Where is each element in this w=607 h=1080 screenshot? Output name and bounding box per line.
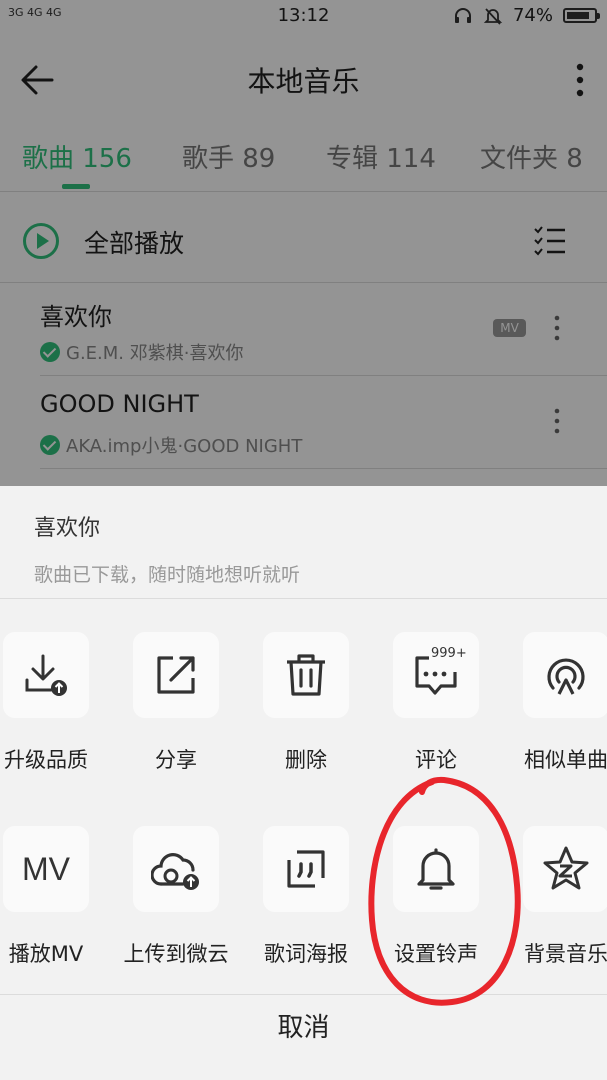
star-z-icon bbox=[543, 846, 589, 890]
mv-icon: MV bbox=[22, 851, 70, 887]
upgrade-quality-button[interactable] bbox=[3, 632, 89, 718]
set-ringtone-button[interactable] bbox=[393, 826, 479, 912]
lyrics-poster-label: 歌词海报 bbox=[264, 942, 348, 966]
background-music-button[interactable] bbox=[523, 826, 607, 912]
upload-weiyun-label: 上传到微云 bbox=[123, 942, 229, 966]
lyrics-poster-icon bbox=[287, 850, 325, 888]
trash-icon bbox=[287, 654, 325, 696]
upload-weiyun-button[interactable] bbox=[133, 826, 219, 912]
cancel-button[interactable]: 取消 bbox=[0, 995, 607, 1080]
lyrics-poster-button[interactable] bbox=[263, 826, 349, 912]
delete-label: 删除 bbox=[285, 748, 327, 772]
sheet-song-title: 喜欢你 bbox=[34, 516, 101, 541]
radio-icon bbox=[547, 658, 585, 695]
background-music-label: 背景音乐 bbox=[524, 942, 607, 966]
share-button[interactable] bbox=[133, 632, 219, 718]
download-upgrade-icon bbox=[25, 654, 67, 696]
comment-count-badge: 999+ bbox=[429, 646, 469, 661]
share-label: 分享 bbox=[155, 748, 197, 772]
comment-label: 评论 bbox=[415, 748, 457, 772]
divider bbox=[0, 598, 607, 599]
bell-icon bbox=[417, 848, 455, 890]
similar-songs-button[interactable] bbox=[523, 632, 607, 718]
sheet-subtitle: 歌曲已下载，随时随地想听就听 bbox=[34, 564, 301, 586]
play-mv-button[interactable]: MV bbox=[3, 826, 89, 912]
share-icon bbox=[157, 656, 195, 694]
action-sheet: 喜欢你 歌曲已下载，随时随地想听就听 999+ 升级品质 分享 删除 评论 相似… bbox=[0, 486, 607, 1080]
cloud-upload-icon bbox=[151, 853, 199, 890]
dim-overlay[interactable] bbox=[0, 0, 607, 486]
similar-songs-label: 相似单曲 bbox=[524, 748, 607, 772]
delete-button[interactable] bbox=[263, 632, 349, 718]
set-ringtone-label: 设置铃声 bbox=[394, 942, 478, 966]
comment-button[interactable]: 999+ bbox=[393, 632, 479, 718]
